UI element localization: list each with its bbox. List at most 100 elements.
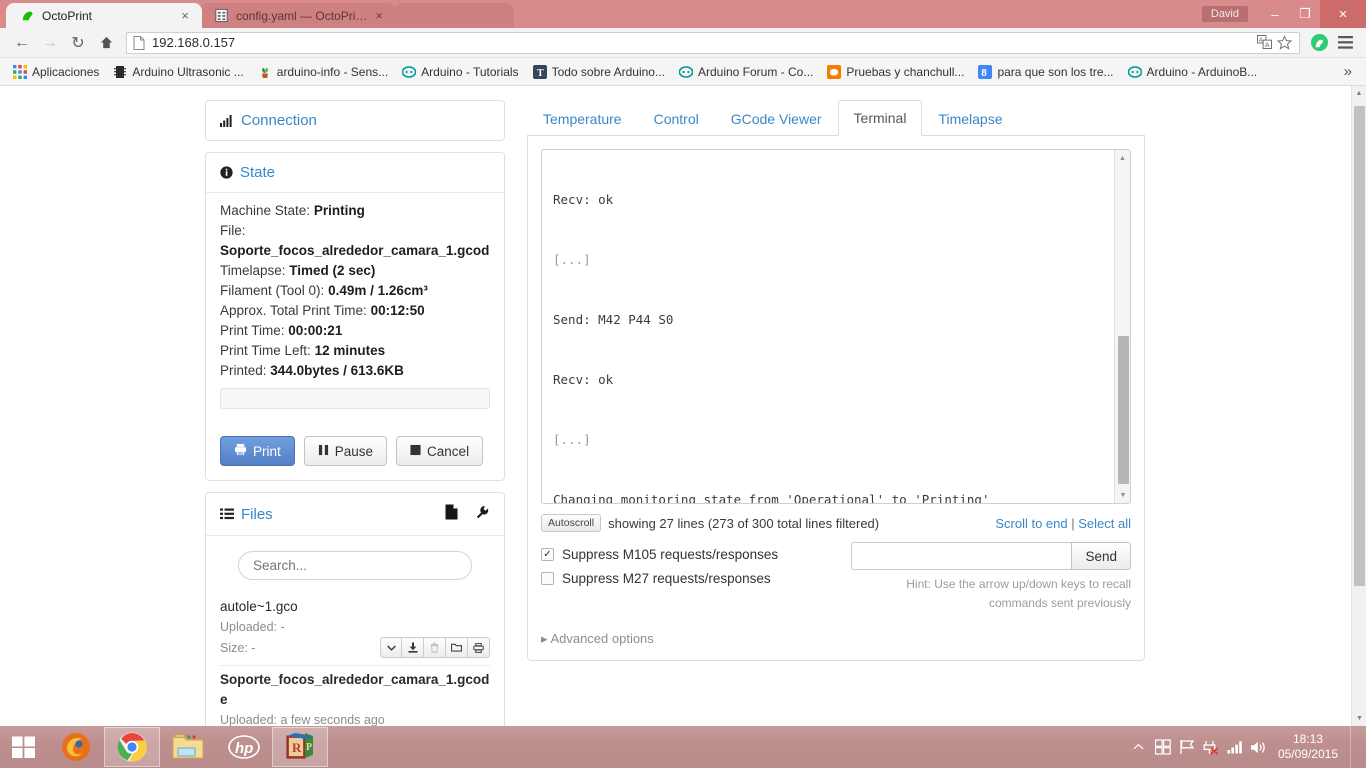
network-error-icon[interactable] [1200, 726, 1222, 768]
timelapse-row: Timelapse: Timed (2 sec) [220, 261, 490, 281]
bookmark-star-icon[interactable] [1276, 34, 1293, 51]
translate-icon[interactable]: A A [1257, 34, 1273, 51]
windows-flag-icon[interactable] [1152, 726, 1174, 768]
file-size-row: Size: - [220, 637, 490, 658]
terminal-scrollbar[interactable]: ▲ ▼ [1114, 150, 1130, 503]
close-icon[interactable]: × [1320, 0, 1366, 28]
tab-temperature[interactable]: Temperature [527, 101, 638, 136]
windows-start-icon[interactable] [0, 726, 48, 768]
print-button[interactable]: Print [220, 436, 295, 466]
bookmark-arduino-forum[interactable]: Arduino Forum - Co... [672, 61, 820, 83]
command-input[interactable] [851, 542, 1072, 570]
state-panel-header[interactable]: State [206, 153, 504, 192]
bookmark-para-que-son[interactable]: 8 para que son los tre... [971, 61, 1120, 83]
back-icon[interactable]: ← [8, 31, 36, 55]
file-icon[interactable] [445, 504, 458, 524]
chevron-down-icon[interactable] [380, 637, 402, 658]
home-icon[interactable] [92, 31, 120, 55]
tab-gcode-viewer[interactable]: GCode Viewer [715, 101, 838, 136]
suppress-m105-checkbox[interactable]: ✓ [541, 547, 554, 561]
scroll-up-icon[interactable]: ▲ [1115, 150, 1130, 166]
page-scroll-down-icon[interactable]: ▼ [1352, 711, 1366, 726]
octoprint-extension-icon[interactable] [1306, 31, 1332, 55]
forward-icon[interactable]: → [36, 31, 64, 55]
restore-icon[interactable]: ❐ [1290, 0, 1320, 28]
taskbar-clock[interactable]: 18:13 05/09/2015 [1272, 732, 1348, 762]
scroll-down-icon[interactable]: ▼ [1115, 487, 1130, 503]
show-desktop-button[interactable] [1350, 726, 1360, 768]
close-icon[interactable]: × [372, 9, 386, 23]
browser-tab-octoprint[interactable]: OctoPrint × [6, 3, 202, 28]
address-bar[interactable]: 192.168.0.157 A A [126, 31, 1300, 54]
file-label: File: [220, 223, 246, 238]
folder-icon[interactable] [446, 637, 468, 658]
tab-terminal[interactable]: Terminal [837, 100, 923, 136]
action-center-icon[interactable] [1176, 726, 1198, 768]
reload-icon[interactable]: ↻ [64, 31, 92, 55]
machine-state-label: Machine State: [220, 203, 311, 218]
bookmark-apps[interactable]: Aplicaciones [6, 61, 106, 83]
file-actions [380, 637, 490, 658]
list-item[interactable]: autole~1.gco Uploaded: - Size: - [220, 593, 490, 666]
bookmark-arduino-board[interactable]: Arduino - ArduinoB... [1121, 61, 1265, 83]
suppress-m27-checkbox[interactable] [541, 571, 554, 585]
bookmarks-overflow-button[interactable]: » [1336, 63, 1360, 80]
browser-tab-configyaml[interactable]: config.yaml — OctoPrint 1 × [200, 3, 396, 28]
state-panel: State Machine State: Printing File: Sopo… [205, 152, 505, 481]
terminal-line: [...] [553, 252, 591, 267]
chevron-up-icon[interactable] [1128, 726, 1150, 768]
terminal-scroll-thumb[interactable] [1118, 336, 1129, 484]
approx-total-value: 00:12:50 [370, 303, 425, 318]
close-icon[interactable]: × [178, 9, 192, 23]
state-panel-title: State [240, 164, 276, 181]
select-all-link[interactable]: Select all [1078, 516, 1131, 531]
file-name: autole~1.gco [220, 599, 298, 614]
send-button[interactable]: Send [1071, 542, 1131, 570]
info-circle-icon [220, 166, 233, 179]
connection-panel-header[interactable]: Connection [206, 101, 504, 140]
taskbar-item-firefox[interactable] [48, 727, 104, 767]
bookmark-pruebas-chanchullos[interactable]: Pruebas y chanchull... [820, 61, 971, 83]
page-scrollbar[interactable]: ▲ ▼ [1351, 86, 1366, 726]
page-scroll-up-icon[interactable]: ▲ [1352, 86, 1366, 101]
chrome-menu-icon[interactable] [1332, 31, 1358, 55]
suppress-m105-row[interactable]: ✓ Suppress M105 requests/responses [541, 542, 841, 566]
suppress-m27-row[interactable]: Suppress M27 requests/responses [541, 566, 841, 590]
octoprint-app: Connection State Machine State: Printing… [0, 86, 1351, 726]
page-scroll-thumb[interactable] [1354, 106, 1365, 586]
file-value: Soporte_focos_alrededor_camara_1.gcode [220, 243, 490, 258]
taskbar-item-r-block[interactable]: R P [272, 727, 328, 767]
trash-icon[interactable] [424, 637, 446, 658]
tab-control[interactable]: Control [638, 101, 715, 136]
load-icon[interactable] [402, 637, 424, 658]
taskbar-item-chrome[interactable] [104, 727, 160, 767]
terminal-controls: ✓ Suppress M105 requests/responses Suppr… [541, 542, 1131, 613]
taskbar-item-explorer[interactable] [160, 727, 216, 767]
terminal-output[interactable]: Recv: ok [...] Send: M42 P44 S0 Recv: ok… [541, 149, 1131, 504]
signal-icon[interactable] [1224, 726, 1246, 768]
advanced-options-toggle[interactable]: ▸ Advanced options [541, 631, 1131, 647]
tab-timelapse[interactable]: Timelapse [922, 101, 1018, 136]
pause-button[interactable]: Pause [303, 436, 388, 466]
bookmark-label: Pruebas y chanchull... [846, 64, 965, 79]
search-input[interactable] [238, 551, 472, 580]
wrench-icon[interactable] [475, 505, 490, 524]
taskbar-item-hp[interactable]: hp [216, 727, 272, 767]
bookmark-todo-arduino[interactable]: T Todo sobre Arduino... [526, 61, 672, 83]
bookmark-arduino-ultrasonic[interactable]: Arduino Ultrasonic ... [106, 61, 250, 83]
bookmark-arduino-info[interactable]: arduino-info - Sens... [251, 61, 395, 83]
cancel-button[interactable]: Cancel [396, 436, 484, 466]
bookmark-arduino-tutorials[interactable]: Arduino - Tutorials [395, 61, 525, 83]
scroll-to-end-link[interactable]: Scroll to end [995, 516, 1067, 531]
volume-icon[interactable] [1248, 726, 1270, 768]
user-name-badge[interactable]: David [1201, 6, 1248, 22]
autoscroll-button[interactable]: Autoscroll [541, 514, 602, 532]
files-panel-title: Files [241, 505, 273, 523]
print-icon[interactable] [468, 637, 490, 658]
bookmark-label: arduino-info - Sens... [276, 64, 389, 79]
new-tab-button[interactable] [394, 3, 514, 28]
print-time-value: 00:00:21 [288, 323, 343, 338]
clock-date: 05/09/2015 [1277, 747, 1338, 761]
minimize-icon[interactable]: – [1260, 0, 1290, 28]
list-item[interactable]: Soporte_focos_alrededor_camara_1.gcode U… [220, 666, 490, 726]
